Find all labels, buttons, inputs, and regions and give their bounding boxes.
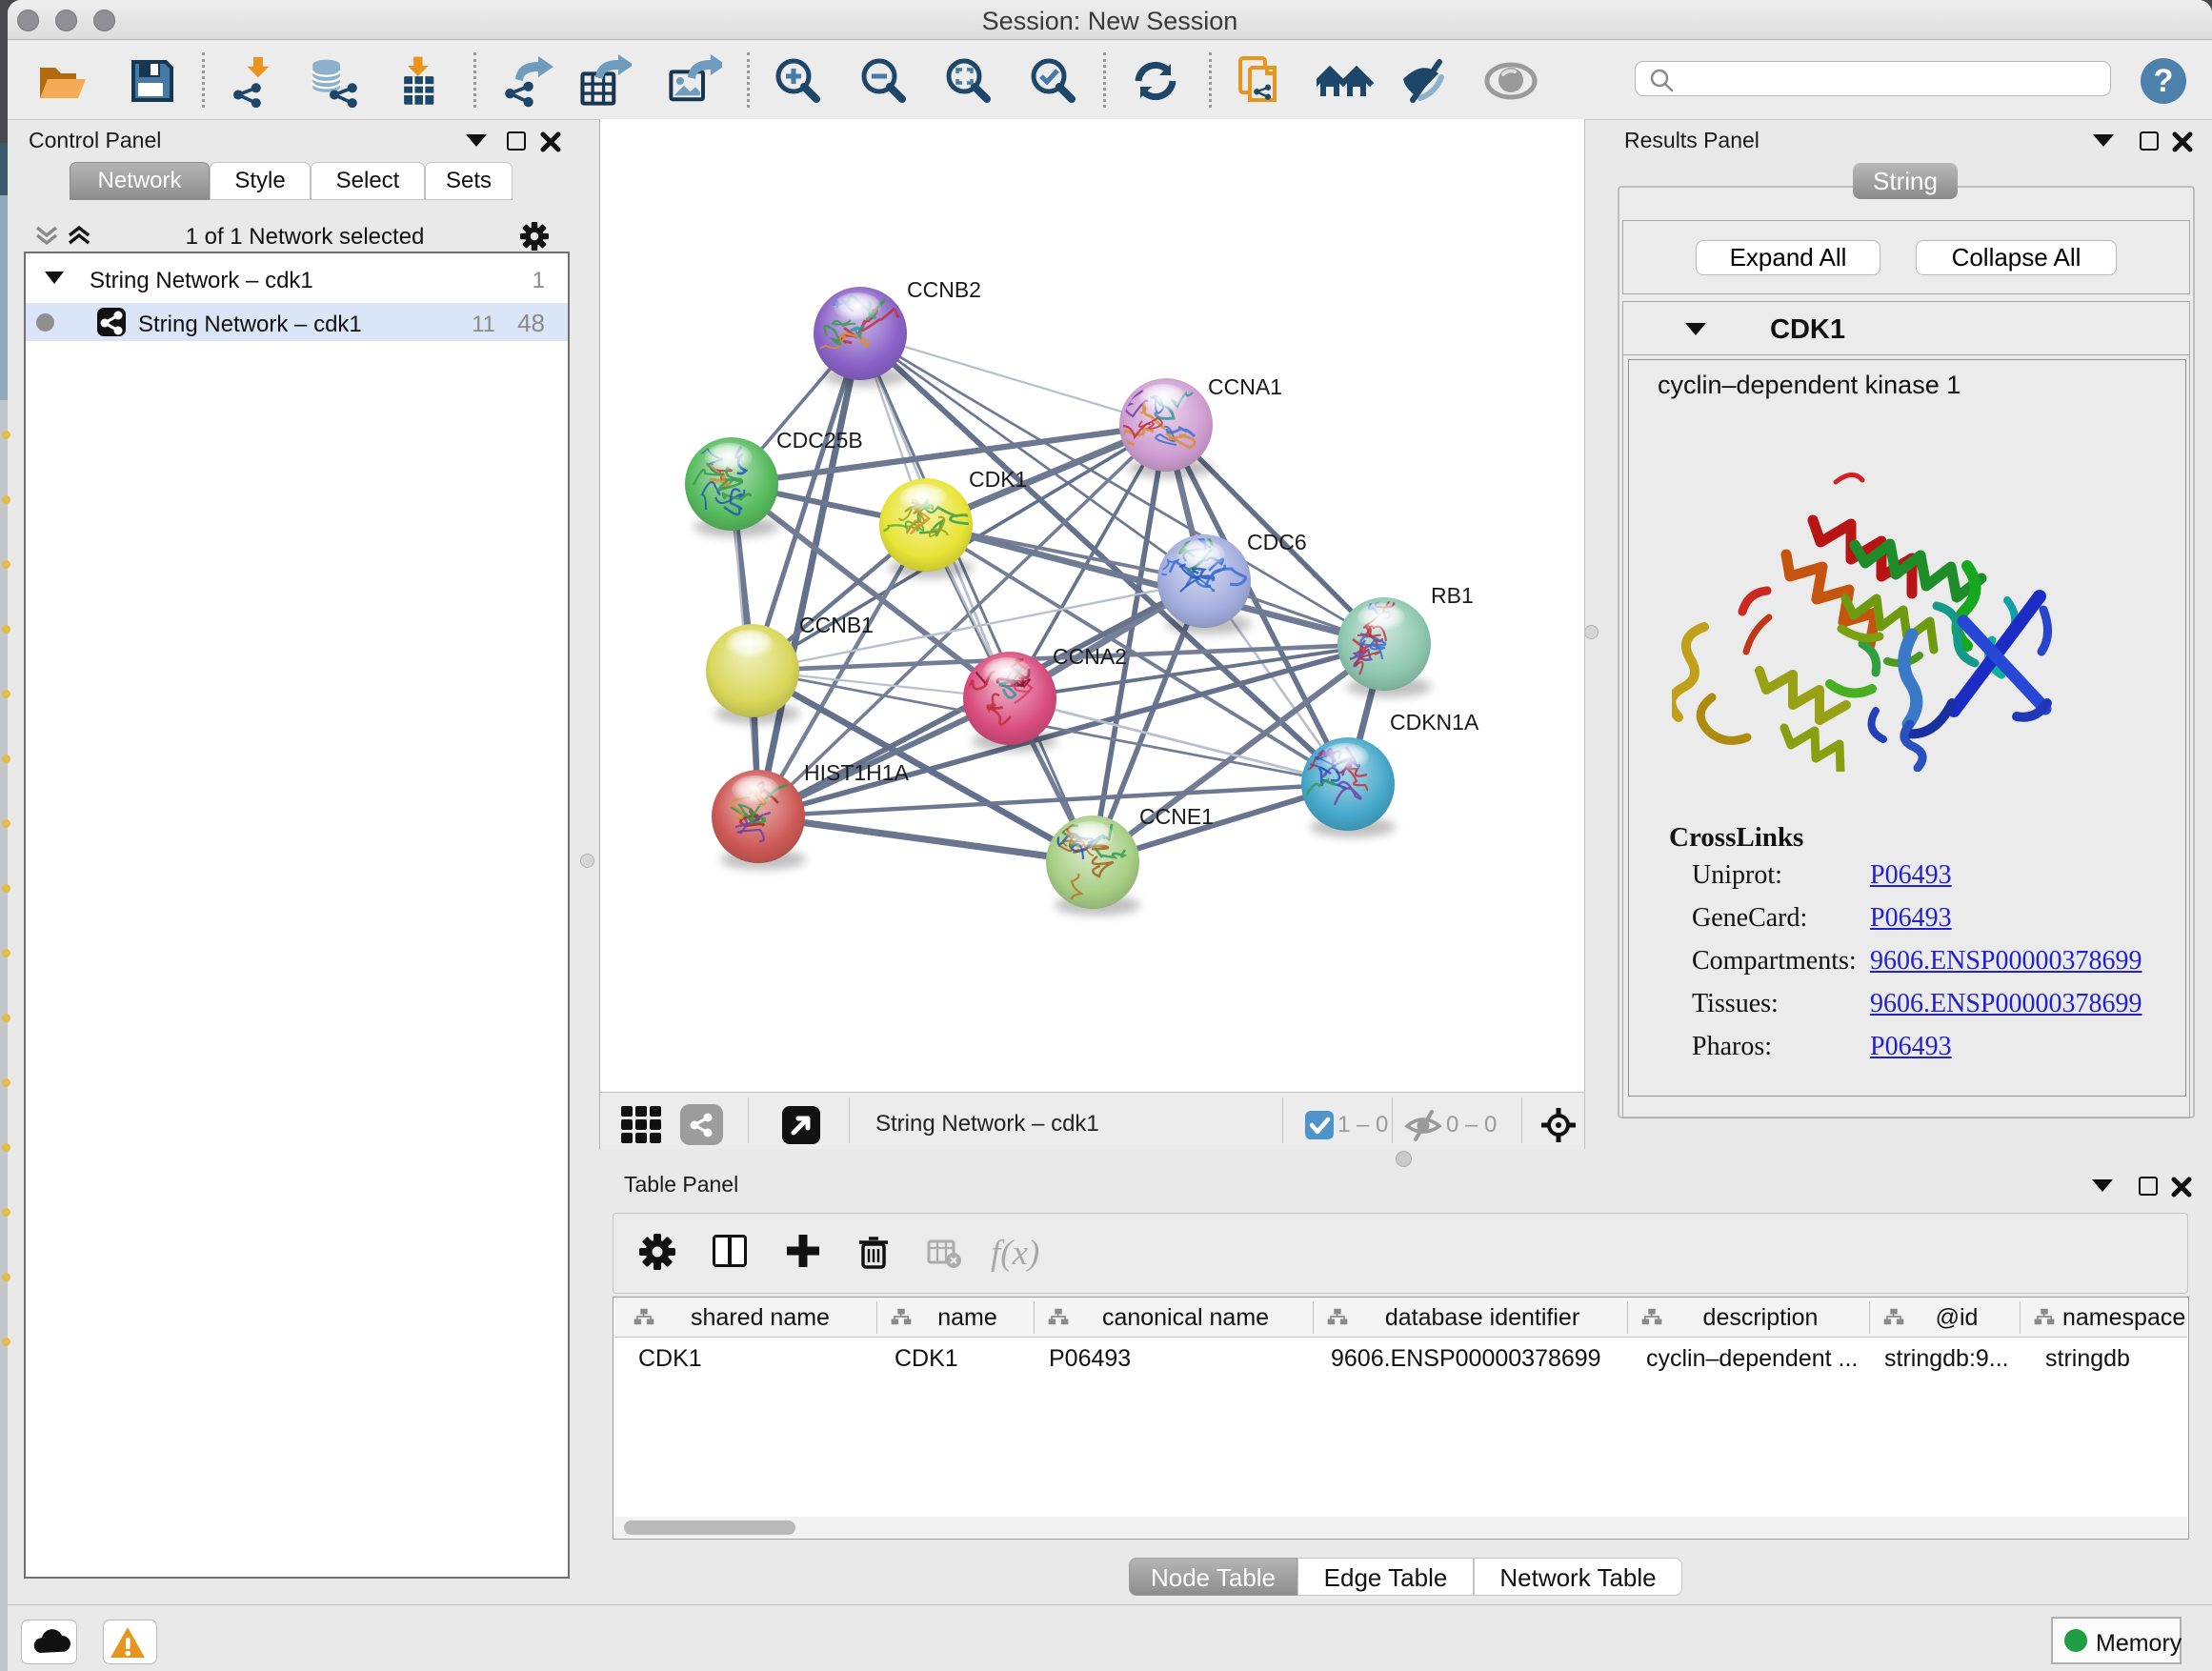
svg-text:HIST1H1A: HIST1H1A (804, 760, 910, 785)
svg-text:CDKN1A: CDKN1A (1390, 710, 1479, 735)
svg-text:RB1: RB1 (1431, 583, 1474, 608)
svg-text:CDC6: CDC6 (1247, 530, 1307, 554)
svg-text:CCNB2: CCNB2 (907, 277, 981, 302)
svg-text:CDC25B: CDC25B (776, 428, 863, 453)
svg-text:CCNB1: CCNB1 (799, 613, 874, 637)
svg-text:CCNA1: CCNA1 (1208, 374, 1282, 399)
svg-text:CDK1: CDK1 (969, 467, 1027, 492)
svg-text:CCNA2: CCNA2 (1053, 644, 1127, 669)
svg-text:CCNE1: CCNE1 (1139, 804, 1214, 829)
